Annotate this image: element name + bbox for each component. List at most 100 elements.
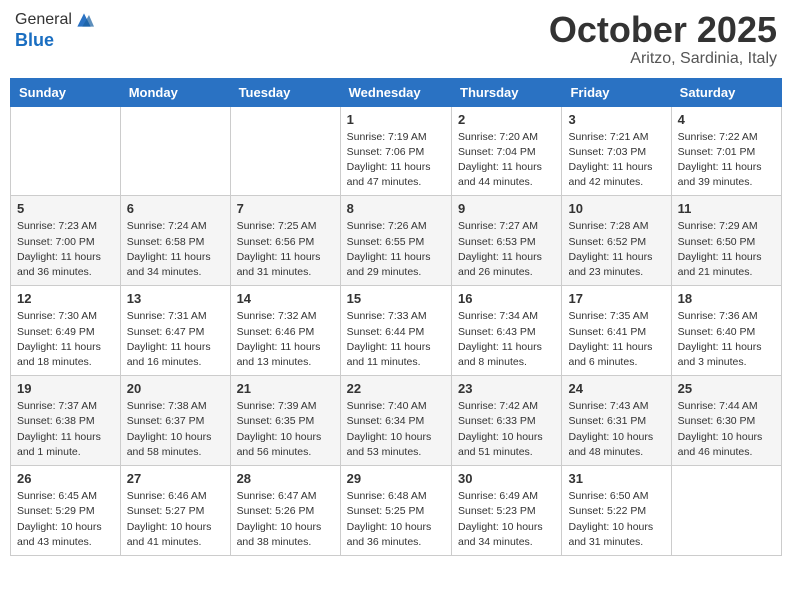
calendar-cell [671, 466, 781, 556]
day-number: 4 [678, 112, 775, 127]
logo: General Blue [15, 10, 94, 51]
day-info: Sunrise: 7:27 AM Sunset: 6:53 PM Dayligh… [458, 219, 555, 280]
calendar-week-row: 12 Sunrise: 7:30 AM Sunset: 6:49 PM Dayli… [11, 286, 782, 376]
calendar-cell: 24 Sunrise: 7:43 AM Sunset: 6:31 PM Dayli… [562, 376, 671, 466]
calendar-cell: 28 Sunrise: 6:47 AM Sunset: 5:26 PM Dayli… [230, 466, 340, 556]
month-title: October 2025 [549, 10, 777, 50]
day-number: 28 [237, 471, 334, 486]
day-number: 1 [347, 112, 445, 127]
day-number: 20 [127, 381, 224, 396]
day-info: Sunrise: 7:26 AM Sunset: 6:55 PM Dayligh… [347, 219, 445, 280]
day-number: 13 [127, 291, 224, 306]
day-of-week-header: Sunday [11, 78, 121, 106]
calendar-cell: 22 Sunrise: 7:40 AM Sunset: 6:34 PM Dayli… [340, 376, 451, 466]
logo-icon [74, 10, 94, 30]
day-number: 31 [568, 471, 664, 486]
day-number: 9 [458, 201, 555, 216]
calendar-week-row: 26Sunrise: 6:45 AM Sunset: 5:29 PM Dayli… [11, 466, 782, 556]
calendar-cell: 8Sunrise: 7:26 AM Sunset: 6:55 PM Daylig… [340, 196, 451, 286]
calendar-cell: 4 Sunrise: 7:22 AM Sunset: 7:01 PM Daylig… [671, 106, 781, 196]
day-of-week-header: Tuesday [230, 78, 340, 106]
day-info: Sunrise: 7:29 AM Sunset: 6:50 PM Dayligh… [678, 219, 775, 280]
day-info: Sunrise: 7:24 AM Sunset: 6:58 PM Dayligh… [127, 219, 224, 280]
day-info: Sunrise: 7:31 AM Sunset: 6:47 PM Dayligh… [127, 309, 224, 370]
day-info: Sunrise: 7:30 AM Sunset: 6:49 PM Dayligh… [17, 309, 114, 370]
calendar-cell: 6 Sunrise: 7:24 AM Sunset: 6:58 PM Daylig… [120, 196, 230, 286]
day-number: 10 [568, 201, 664, 216]
calendar-cell: 27 Sunrise: 6:46 AM Sunset: 5:27 PM Dayli… [120, 466, 230, 556]
calendar-table: SundayMondayTuesdayWednesdayThursdayFrid… [10, 78, 782, 556]
day-of-week-header: Saturday [671, 78, 781, 106]
day-info: Sunrise: 6:45 AM Sunset: 5:29 PM Dayligh… [17, 489, 114, 550]
day-info: Sunrise: 6:48 AM Sunset: 5:25 PM Dayligh… [347, 489, 445, 550]
day-number: 25 [678, 381, 775, 396]
calendar-cell: 31 Sunrise: 6:50 AM Sunset: 5:22 PM Dayli… [562, 466, 671, 556]
day-info: Sunrise: 7:33 AM Sunset: 6:44 PM Dayligh… [347, 309, 445, 370]
title-block: October 2025 Aritzo, Sardinia, Italy [549, 10, 777, 68]
logo-blue: Blue [15, 30, 94, 51]
calendar-cell [11, 106, 121, 196]
calendar-cell: 25 Sunrise: 7:44 AM Sunset: 6:30 PM Dayli… [671, 376, 781, 466]
day-info: Sunrise: 6:50 AM Sunset: 5:22 PM Dayligh… [568, 489, 664, 550]
day-info: Sunrise: 7:22 AM Sunset: 7:01 PM Dayligh… [678, 130, 775, 191]
calendar-cell: 12 Sunrise: 7:30 AM Sunset: 6:49 PM Dayli… [11, 286, 121, 376]
logo-general: General [15, 11, 72, 29]
day-number: 5 [17, 201, 114, 216]
day-number: 12 [17, 291, 114, 306]
day-info: Sunrise: 7:21 AM Sunset: 7:03 PM Dayligh… [568, 130, 664, 191]
day-of-week-header: Thursday [452, 78, 562, 106]
day-info: Sunrise: 7:43 AM Sunset: 6:31 PM Dayligh… [568, 399, 664, 460]
day-info: Sunrise: 7:40 AM Sunset: 6:34 PM Dayligh… [347, 399, 445, 460]
day-number: 22 [347, 381, 445, 396]
day-info: Sunrise: 7:19 AM Sunset: 7:06 PM Dayligh… [347, 130, 445, 191]
page-header: General Blue October 2025 Aritzo, Sardin… [10, 10, 782, 68]
day-info: Sunrise: 7:42 AM Sunset: 6:33 PM Dayligh… [458, 399, 555, 460]
calendar-cell: 2 Sunrise: 7:20 AM Sunset: 7:04 PM Daylig… [452, 106, 562, 196]
day-number: 17 [568, 291, 664, 306]
day-number: 30 [458, 471, 555, 486]
day-number: 27 [127, 471, 224, 486]
day-number: 6 [127, 201, 224, 216]
calendar-cell: 1 Sunrise: 7:19 AM Sunset: 7:06 PM Daylig… [340, 106, 451, 196]
calendar-cell: 11 Sunrise: 7:29 AM Sunset: 6:50 PM Dayli… [671, 196, 781, 286]
day-of-week-header: Wednesday [340, 78, 451, 106]
day-info: Sunrise: 6:46 AM Sunset: 5:27 PM Dayligh… [127, 489, 224, 550]
day-info: Sunrise: 7:37 AM Sunset: 6:38 PM Dayligh… [17, 399, 114, 460]
calendar-cell: 15 Sunrise: 7:33 AM Sunset: 6:44 PM Dayli… [340, 286, 451, 376]
calendar-cell: 30 Sunrise: 6:49 AM Sunset: 5:23 PM Dayli… [452, 466, 562, 556]
calendar-cell: 14Sunrise: 7:32 AM Sunset: 6:46 PM Dayli… [230, 286, 340, 376]
calendar-cell: 9 Sunrise: 7:27 AM Sunset: 6:53 PM Daylig… [452, 196, 562, 286]
day-number: 29 [347, 471, 445, 486]
day-info: Sunrise: 7:39 AM Sunset: 6:35 PM Dayligh… [237, 399, 334, 460]
calendar-week-row: 1 Sunrise: 7:19 AM Sunset: 7:06 PM Daylig… [11, 106, 782, 196]
day-info: Sunrise: 7:23 AM Sunset: 7:00 PM Dayligh… [17, 219, 114, 280]
day-number: 11 [678, 201, 775, 216]
day-number: 19 [17, 381, 114, 396]
day-number: 18 [678, 291, 775, 306]
day-info: Sunrise: 7:38 AM Sunset: 6:37 PM Dayligh… [127, 399, 224, 460]
day-info: Sunrise: 7:20 AM Sunset: 7:04 PM Dayligh… [458, 130, 555, 191]
day-number: 2 [458, 112, 555, 127]
calendar-header-row: SundayMondayTuesdayWednesdayThursdayFrid… [11, 78, 782, 106]
calendar-cell: 10 Sunrise: 7:28 AM Sunset: 6:52 PM Dayli… [562, 196, 671, 286]
day-info: Sunrise: 7:44 AM Sunset: 6:30 PM Dayligh… [678, 399, 775, 460]
day-number: 15 [347, 291, 445, 306]
day-info: Sunrise: 7:34 AM Sunset: 6:43 PM Dayligh… [458, 309, 555, 370]
calendar-cell: 19 Sunrise: 7:37 AM Sunset: 6:38 PM Dayli… [11, 376, 121, 466]
day-number: 24 [568, 381, 664, 396]
calendar-cell: 29 Sunrise: 6:48 AM Sunset: 5:25 PM Dayli… [340, 466, 451, 556]
day-of-week-header: Friday [562, 78, 671, 106]
day-info: Sunrise: 7:25 AM Sunset: 6:56 PM Dayligh… [237, 219, 334, 280]
day-number: 7 [237, 201, 334, 216]
day-number: 23 [458, 381, 555, 396]
day-info: Sunrise: 6:47 AM Sunset: 5:26 PM Dayligh… [237, 489, 334, 550]
day-number: 21 [237, 381, 334, 396]
day-of-week-header: Monday [120, 78, 230, 106]
calendar-cell: 3Sunrise: 7:21 AM Sunset: 7:03 PM Daylig… [562, 106, 671, 196]
calendar-week-row: 5 Sunrise: 7:23 AM Sunset: 7:00 PM Daylig… [11, 196, 782, 286]
calendar-cell [120, 106, 230, 196]
day-info: Sunrise: 7:32 AM Sunset: 6:46 PM Dayligh… [237, 309, 334, 370]
calendar-cell: 16Sunrise: 7:34 AM Sunset: 6:43 PM Dayli… [452, 286, 562, 376]
day-info: Sunrise: 7:28 AM Sunset: 6:52 PM Dayligh… [568, 219, 664, 280]
day-info: Sunrise: 6:49 AM Sunset: 5:23 PM Dayligh… [458, 489, 555, 550]
